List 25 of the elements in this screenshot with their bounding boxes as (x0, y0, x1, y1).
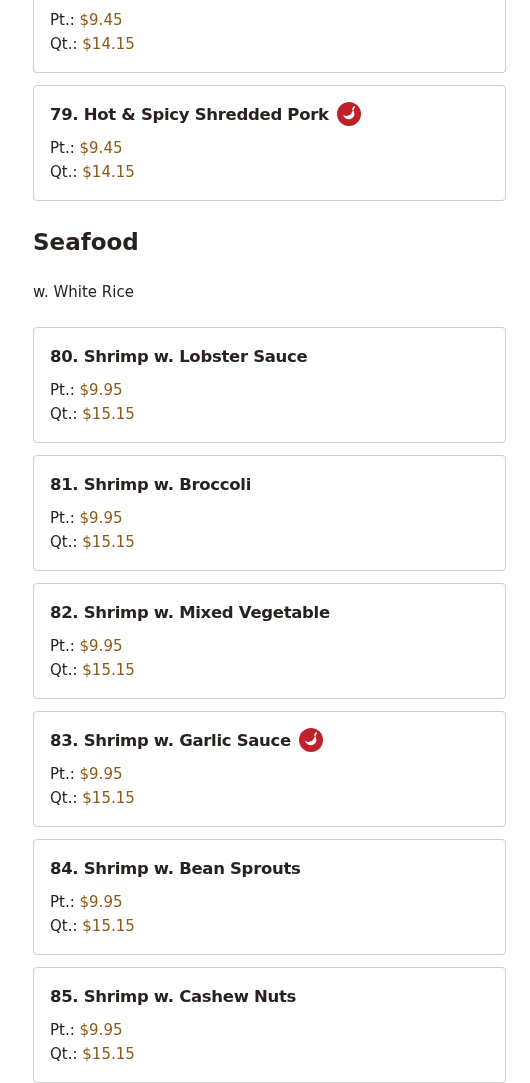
price-line: Pt.: $9.95 (50, 636, 124, 657)
section-subtitle: w. White Rice (33, 283, 135, 301)
price-line: Qt.: $15.15 (50, 916, 136, 937)
item-name: 84. Shrimp w. Bean Sprouts (50, 858, 301, 878)
price-line: Qt.: $15.15 (50, 532, 136, 553)
price-line: Qt.: $15.15 (50, 788, 136, 809)
price-line: Qt.: $15.15 (50, 660, 136, 681)
price-line: Qt.: $14.15 (50, 34, 136, 55)
price-line: Qt.: $15.15 (50, 1044, 136, 1065)
price-line: Pt.: $9.95 (50, 892, 124, 913)
item-name: 82. Shrimp w. Mixed Vegetable (50, 602, 330, 622)
price-line: Pt.: $9.95 (50, 1020, 124, 1041)
price-line: Pt.: $9.95 (50, 380, 124, 401)
item-name: 83. Shrimp w. Garlic Sauce (50, 730, 291, 750)
price-line: Pt.: $9.45 (50, 10, 124, 31)
item-name: 80. Shrimp w. Lobster Sauce (50, 346, 308, 366)
item-name: 85. Shrimp w. Cashew Nuts (50, 986, 297, 1006)
item-name: 79. Hot & Spicy Shredded Pork (50, 104, 329, 124)
item-name: 81. Shrimp w. Broccoli (50, 474, 251, 494)
price-line: Qt.: $14.15 (50, 162, 136, 183)
price-line: Qt.: $15.15 (50, 404, 136, 425)
section-title: Seafood (33, 229, 140, 255)
price-line: Pt.: $9.45 (50, 138, 124, 159)
price-line: Pt.: $9.95 (50, 764, 124, 785)
price-line: Pt.: $9.95 (50, 508, 124, 529)
